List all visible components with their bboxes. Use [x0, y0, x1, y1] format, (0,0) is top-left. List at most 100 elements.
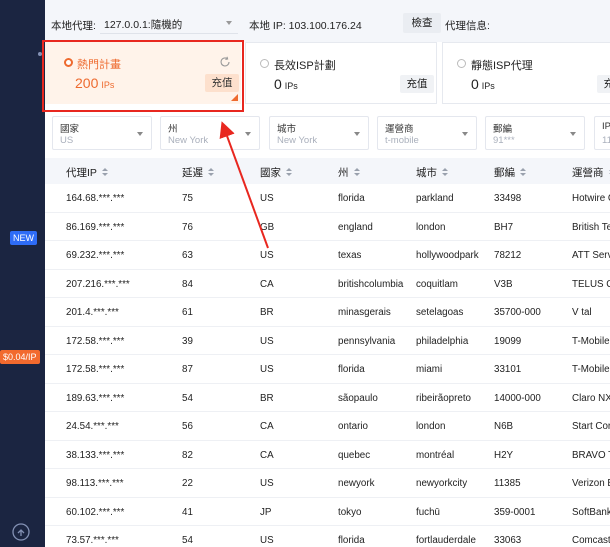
filter-label: 國家	[60, 124, 80, 135]
plan-card-hot[interactable]: 熱門計畫 200 IPs 充值	[45, 42, 241, 104]
sort-icon[interactable]	[520, 168, 526, 177]
table-row[interactable]: 24.54.***.*** 56 CA ontario london N6B Start C…	[45, 412, 610, 441]
cell-country: CA	[260, 278, 274, 290]
cell-zip: 14000-000	[494, 392, 541, 404]
sort-icon[interactable]	[353, 168, 360, 177]
column-header-country[interactable]: 國家	[260, 165, 292, 180]
cell-state: florida	[338, 193, 365, 204]
table-row[interactable]: 38.133.***.*** 82 CA quebec montréal H2Y BRAVO…	[45, 441, 610, 469]
chevron-down-icon	[245, 132, 251, 136]
filter-value: t-mobile	[385, 135, 419, 146]
cell-carrier: Verizon B	[572, 478, 610, 489]
chevron-down-icon	[462, 132, 468, 136]
cell-country: US	[260, 478, 274, 489]
filter-carrier[interactable]: 運營商 t-mobile	[377, 116, 477, 150]
cell-city: ribeirãopreto	[416, 392, 472, 404]
cell-state: pennsylvania	[338, 335, 396, 347]
cell-proxy-ip: 73.57.***.***	[66, 535, 119, 546]
recharge-button[interactable]: 充值	[205, 74, 239, 92]
table-row[interactable]: 201.4.***.*** 61 BR minasgerais setelagoas 35…	[45, 298, 610, 327]
table-row[interactable]: 86.169.***.*** 76 GB england london BH7 Britis…	[45, 213, 610, 241]
cell-carrier: T-Mobile	[572, 335, 610, 347]
cell-latency: 54	[182, 392, 193, 404]
plan-radio-hot[interactable]	[64, 58, 73, 67]
cell-country: BR	[260, 392, 274, 404]
table-row[interactable]: 73.57.***.*** 54 US florida fortlauderdale 33…	[45, 526, 610, 547]
cell-carrier: Hotwire C	[572, 193, 610, 204]
cell-zip: N6B	[494, 421, 514, 432]
table-row[interactable]: 164.68.***.*** 75 US florida parkland 33498 Ho…	[45, 184, 610, 213]
corner-mark	[231, 94, 238, 101]
filter-zip[interactable]: 郵編 91***	[485, 116, 585, 150]
column-header-proxy-ip[interactable]: 代理IP	[66, 165, 108, 180]
chevron-down-icon	[570, 132, 576, 136]
support-icon[interactable]	[11, 522, 31, 542]
column-header-zip[interactable]: 郵編	[494, 165, 526, 180]
filter-value: New York	[168, 135, 209, 146]
main-panel: 本地代理: 127.0.0.1:隨機的 本地 IP: 103.100.176.2…	[45, 0, 610, 547]
cell-state: florida	[338, 364, 365, 375]
table-row[interactable]: 60.102.***.*** 41 JP tokyo fuchū 359-0001 Soft…	[45, 498, 610, 526]
sort-icon[interactable]	[101, 168, 108, 177]
cell-proxy-ip: 164.68.***.***	[66, 193, 125, 204]
sort-icon[interactable]	[286, 168, 292, 177]
filter-value: 11	[602, 135, 610, 146]
cell-country: US	[260, 535, 274, 546]
cell-proxy-ip: 60.102.***.***	[66, 506, 125, 518]
cell-carrier: V tal	[572, 307, 592, 318]
cell-carrier: TELUS Co	[572, 278, 610, 290]
cell-latency: 22	[182, 478, 193, 489]
table-row[interactable]: 172.58.***.*** 39 US pennsylvania philadelph…	[45, 327, 610, 355]
table-row[interactable]: 69.232.***.*** 63 US texas hollywoodpark 7821…	[45, 241, 610, 270]
filter-city[interactable]: 城市 New York	[269, 116, 369, 150]
filter-label: 郵編	[493, 124, 513, 135]
left-sidebar: NEW $0.04/IP	[0, 0, 45, 547]
cell-zip: 35700-000	[494, 307, 541, 318]
plan-radio-long-isp[interactable]	[260, 59, 269, 68]
table-row[interactable]: 207.216.***.*** 84 CA britishcolumbia coquit…	[45, 270, 610, 298]
cell-carrier: ATT Serv	[572, 250, 610, 261]
recharge-button[interactable]: 充值	[400, 75, 434, 93]
cell-city: fortlauderdale	[416, 535, 476, 546]
cell-latency: 82	[182, 449, 193, 461]
cell-state: minasgerais	[338, 307, 391, 318]
cell-zip: 78212	[494, 250, 522, 261]
table-row[interactable]: 172.58.***.*** 87 US florida miami 33101 T-Mob…	[45, 355, 610, 384]
cell-city: montréal	[416, 449, 455, 461]
filter-label: 城市	[277, 124, 297, 135]
column-header-state[interactable]: 州	[338, 165, 360, 180]
cell-country: US	[260, 335, 274, 347]
cell-latency: 41	[182, 506, 193, 518]
table-row[interactable]: 189.63.***.*** 54 BR sãopaulo ribeirãopreto 1…	[45, 384, 610, 412]
plan-radio-static-isp[interactable]	[457, 59, 466, 68]
filter-country[interactable]: 國家 US	[52, 116, 152, 150]
column-header-carrier[interactable]: 運營商	[572, 165, 610, 180]
cell-state: texas	[338, 250, 362, 261]
filter-state[interactable]: 州 New York	[160, 116, 260, 150]
plan-card-static-isp[interactable]: 靜態ISP代理 0IPs 充值	[442, 42, 610, 104]
cell-city: setelagoas	[416, 307, 464, 318]
sort-icon[interactable]	[442, 168, 448, 177]
plan-title: 熱門計畫	[77, 59, 121, 71]
cell-state: ontario	[338, 421, 368, 432]
cell-proxy-ip: 201.4.***.***	[66, 307, 119, 318]
cell-city: miami	[416, 364, 443, 375]
table-row[interactable]: 98.113.***.*** 22 US newyork newyorkcity 1138…	[45, 469, 610, 498]
sort-icon[interactable]	[208, 168, 214, 177]
check-button[interactable]: 檢查	[403, 13, 441, 33]
cell-proxy-ip: 98.113.***.***	[66, 478, 124, 489]
recharge-button[interactable]: 充值	[597, 75, 610, 93]
cell-proxy-ip: 69.232.***.***	[66, 250, 125, 261]
refresh-icon[interactable]	[219, 56, 231, 68]
proxy-info-label: 代理信息:	[445, 20, 490, 32]
filter-value: US	[60, 135, 74, 146]
plan-card-long-isp[interactable]: 長效ISP計劃 0 IPs 充值	[245, 42, 437, 104]
cell-country: JP	[260, 506, 272, 518]
local-proxy-select[interactable]: 127.0.0.1:隨機的	[100, 12, 238, 34]
cell-carrier: Comcast	[572, 535, 610, 546]
filter-ip[interactable]: IP 11	[594, 116, 610, 150]
cell-zip: 33063	[494, 535, 522, 546]
column-header-latency[interactable]: 延遲	[182, 165, 214, 180]
column-header-city[interactable]: 城市	[416, 165, 448, 180]
sidebar-dot	[38, 52, 42, 56]
